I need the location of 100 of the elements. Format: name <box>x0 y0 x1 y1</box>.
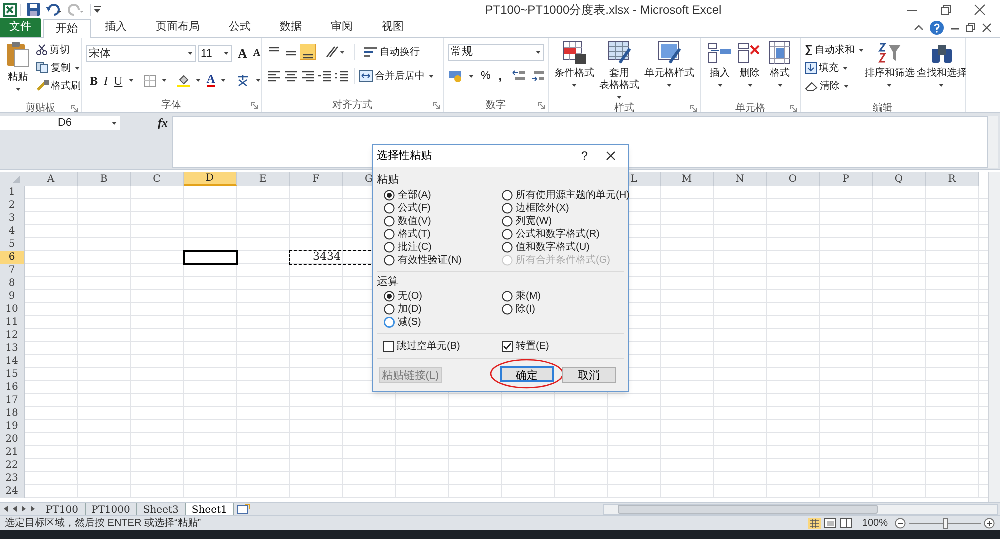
radio-option[interactable]: 无(O) <box>384 290 502 303</box>
checkbox-option[interactable]: 转置(E) <box>502 340 624 353</box>
radio-option[interactable]: 公式和数字格式(R) <box>502 228 630 240</box>
radio-option[interactable]: 值和数字格式(U) <box>502 240 630 254</box>
radio-option[interactable]: 公式(F) <box>384 202 502 214</box>
ribbon-tab[interactable]: 数据 <box>268 18 314 37</box>
column-header[interactable]: N <box>714 172 767 186</box>
column-header[interactable]: P <box>820 172 873 186</box>
delete-button[interactable]: 删除 <box>735 41 765 101</box>
ribbon-tab[interactable]: 页面布局 <box>144 18 212 37</box>
column-header[interactable]: A <box>25 172 78 186</box>
bold-button[interactable]: B <box>90 72 98 90</box>
group-label: 对齐方式 <box>332 98 372 112</box>
help-button[interactable]: ? <box>581 147 588 165</box>
radio-option[interactable]: 数值(V) <box>384 214 502 228</box>
column-header[interactable]: B <box>78 172 131 186</box>
row-header[interactable]: 6 <box>0 251 25 264</box>
clear-button[interactable]: 清除 <box>805 77 864 95</box>
radio-option[interactable]: 列宽(W) <box>502 214 630 228</box>
row-header[interactable]: 23 <box>0 472 25 485</box>
comma-button[interactable]: , <box>496 67 506 85</box>
row-header[interactable]: 20 <box>0 433 25 446</box>
dialog-button[interactable]: 确定 <box>500 366 554 382</box>
row-header[interactable]: 9 <box>0 290 25 303</box>
row-header[interactable]: 17 <box>0 394 25 407</box>
find-select-button[interactable]: 查找和选择 <box>916 41 968 101</box>
cell-styles-button[interactable]: 单元格样式 <box>643 41 696 101</box>
column-header[interactable]: C <box>131 172 184 186</box>
radio-option[interactable]: 除(I) <box>502 303 624 316</box>
row-header[interactable]: 21 <box>0 446 25 459</box>
column-header[interactable]: E <box>237 172 290 186</box>
row-header[interactable]: 1 <box>0 186 25 199</box>
insert-function-button[interactable]: fx <box>158 114 168 132</box>
status-message: 选定目标区域，然后按 ENTER 或选择“粘贴” <box>5 516 202 530</box>
autosum-button[interactable]: ∑ 自动求和 <box>805 41 864 59</box>
paste-button[interactable]: 粘贴 <box>4 41 32 101</box>
row-header[interactable]: 5 <box>0 238 25 251</box>
row-header[interactable]: 8 <box>0 277 25 290</box>
row-header[interactable]: 18 <box>0 407 25 420</box>
copy-button[interactable]: 复制 <box>36 59 81 77</box>
merge-center-button[interactable]: 合并后居中 <box>359 67 434 85</box>
column-header[interactable]: D <box>184 172 237 186</box>
fill-button[interactable]: 填充 <box>805 59 864 77</box>
row-header[interactable]: 14 <box>0 355 25 368</box>
row-header[interactable]: 22 <box>0 459 25 472</box>
radio-option[interactable]: 减(S) <box>384 316 502 329</box>
name-box[interactable]: D6 <box>0 116 120 130</box>
column-header[interactable]: R <box>926 172 979 186</box>
group-label: 单元格 <box>736 102 766 116</box>
radio-option[interactable]: 边框除外(X) <box>502 202 630 214</box>
format-button[interactable]: 格式 <box>765 41 795 101</box>
row-header[interactable]: 3 <box>0 212 25 225</box>
radio-option[interactable]: 加(D) <box>384 303 502 316</box>
column-header[interactable]: M <box>661 172 714 186</box>
section-label: 运算 <box>377 274 400 290</box>
checkbox-option[interactable]: 跳过空单元(B) <box>383 340 502 353</box>
radio-option[interactable]: 全部(A) <box>384 188 502 202</box>
row-header[interactable]: 7 <box>0 264 25 277</box>
percent-button[interactable]: % <box>481 68 491 84</box>
file-tab[interactable]: 文件 <box>0 18 41 37</box>
column-header[interactable]: Q <box>873 172 926 186</box>
row-header[interactable]: 4 <box>0 225 25 238</box>
ribbon-tab[interactable]: 插入 <box>93 18 139 37</box>
format-painter-button[interactable]: 格式刷 <box>36 77 81 95</box>
row-header[interactable]: 2 <box>0 199 25 212</box>
grow-font-button[interactable]: A <box>236 44 250 64</box>
ribbon-tab[interactable]: 审阅 <box>319 18 365 37</box>
row-header[interactable]: 16 <box>0 381 25 394</box>
insert-button[interactable]: 插入 <box>705 41 735 101</box>
row-header[interactable]: 13 <box>0 342 25 355</box>
conditional-formatting-button[interactable]: 条件格式 <box>553 41 596 101</box>
cut-button[interactable]: 剪切 <box>36 41 81 59</box>
group-label: 样式 <box>614 102 634 116</box>
sort-filter-button[interactable]: 排序和筛选 <box>864 41 916 101</box>
font-color-button[interactable]: A <box>206 74 216 87</box>
column-header[interactable]: F <box>290 172 343 186</box>
shrink-font-button[interactable]: A <box>251 46 263 62</box>
radio-option[interactable]: 格式(T) <box>384 228 502 240</box>
zoom-level: 100% <box>862 516 888 530</box>
font-name-dropdown[interactable]: 宋体 <box>86 45 196 62</box>
row-header[interactable]: 12 <box>0 329 25 342</box>
row-header[interactable]: 11 <box>0 316 25 329</box>
number-format-dropdown[interactable]: 常规 <box>448 44 544 61</box>
italic-button[interactable]: I <box>104 72 108 90</box>
font-size-dropdown[interactable]: 11 <box>198 45 232 62</box>
underline-button[interactable]: U <box>114 72 123 90</box>
row-header[interactable]: 24 <box>0 485 25 498</box>
dialog-button[interactable]: 取消 <box>562 366 616 382</box>
ribbon-tab[interactable]: 视图 <box>370 18 416 37</box>
ribbon-tab[interactable]: 公式 <box>217 18 263 37</box>
row-header[interactable]: 15 <box>0 368 25 381</box>
column-header[interactable]: O <box>767 172 820 186</box>
format-as-table-button[interactable]: 套用 表格格式 <box>596 41 644 101</box>
wrap-text-button[interactable]: 自动换行 <box>364 43 420 61</box>
row-header[interactable]: 19 <box>0 420 25 433</box>
sheet-tab[interactable]: Sheet1 <box>186 502 234 516</box>
group-label: 数字 <box>486 98 506 112</box>
ribbon-tab[interactable]: 开始 <box>43 19 91 38</box>
row-header[interactable]: 10 <box>0 303 25 316</box>
radio-option[interactable]: 乘(M) <box>502 290 624 303</box>
